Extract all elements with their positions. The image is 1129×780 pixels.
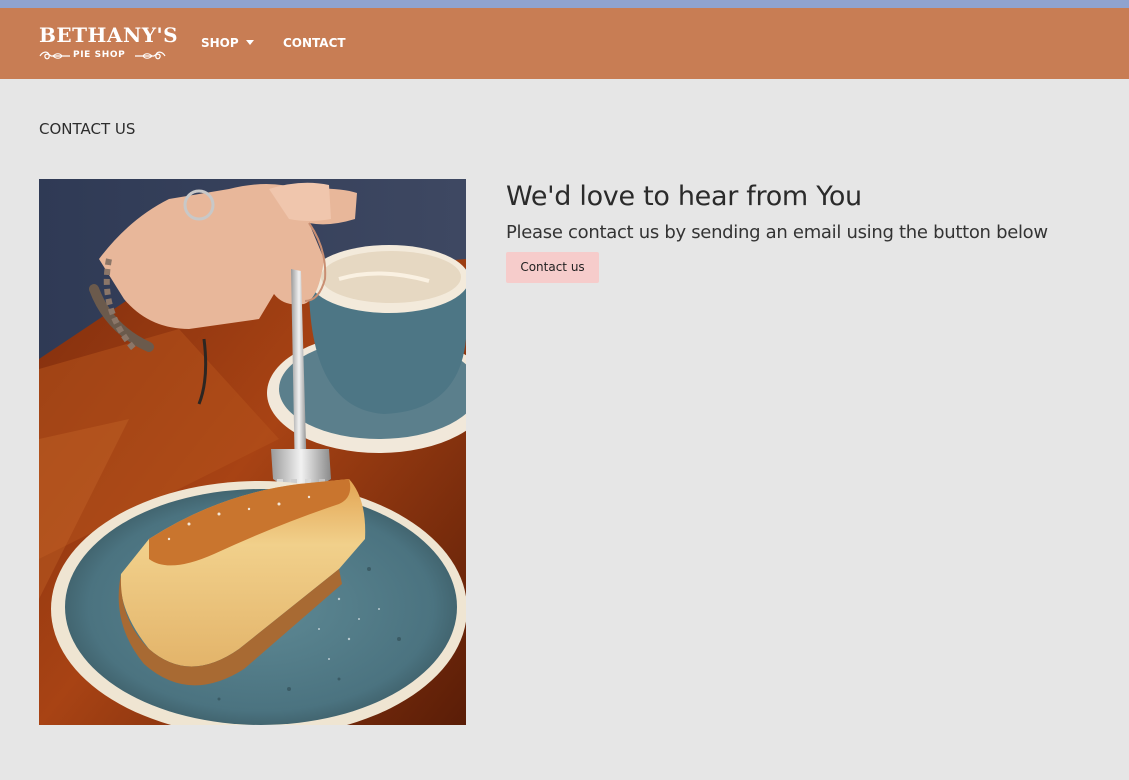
nav-contact-link[interactable]: CONTACT (283, 34, 346, 52)
nav-shop-dropdown[interactable]: SHOP (201, 34, 254, 52)
flourish-left-icon (39, 51, 70, 60)
browser-top-strip (0, 0, 1129, 8)
nav-shop-label: SHOP (201, 36, 239, 50)
brand-logo[interactable]: BETHANY'S PIE SHOP (39, 23, 179, 65)
navbar: BETHANY'S PIE SHOP SHOP CONTACT (0, 8, 1129, 79)
contact-us-button[interactable]: Contact us (506, 252, 599, 283)
caret-down-icon (245, 40, 254, 45)
main-subtitle: Please contact us by sending an email us… (506, 222, 1048, 243)
page-heading: CONTACT US (39, 120, 136, 138)
cheesecake-photo (39, 179, 466, 725)
cheesecake-illustration (39, 179, 466, 725)
flourish-right-icon (135, 51, 166, 60)
main-title: We'd love to hear from You (506, 181, 862, 212)
brand-name: BETHANY'S (39, 23, 179, 47)
brand-tagline: PIE SHOP (73, 50, 126, 60)
